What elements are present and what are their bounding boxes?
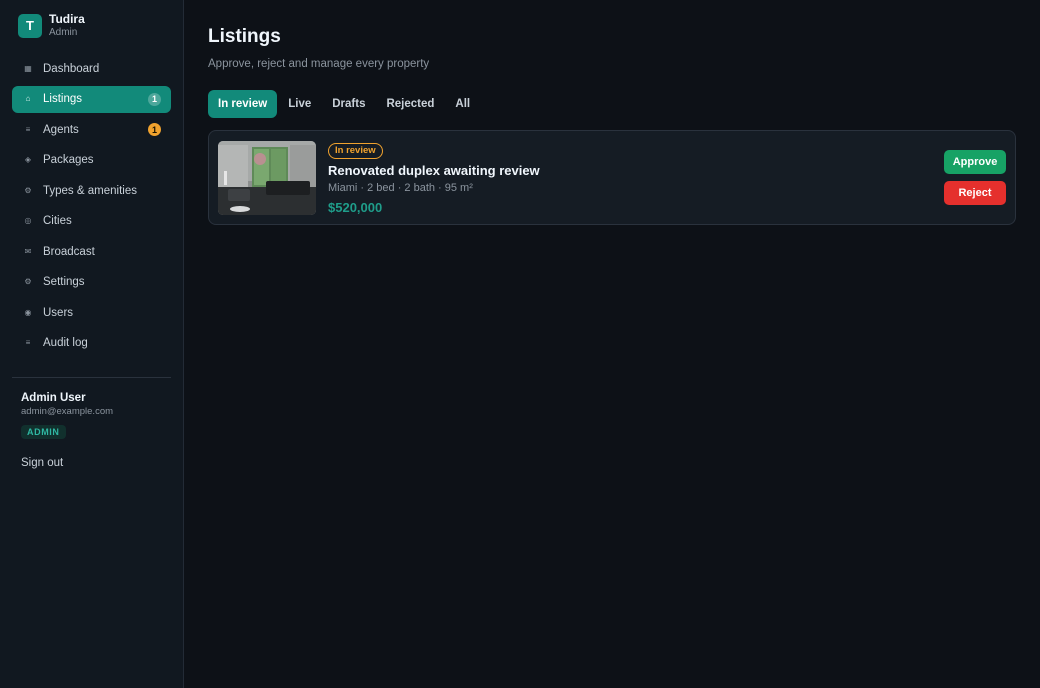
listing-thumbnail[interactable] [218, 140, 316, 215]
sidebar-item-label: Settings [43, 276, 85, 289]
listing-details: In review Renovated duplex awaiting revi… [328, 140, 944, 216]
listing-actions: Approve Reject [944, 150, 1006, 205]
sidebar-item-audit-log[interactable]: ≡ Audit log [12, 330, 171, 358]
tag-icon: ⚙ [24, 185, 32, 195]
sidebar-item-packages[interactable]: ◈ Packages [12, 147, 171, 175]
listing-title[interactable]: Renovated duplex awaiting review [328, 163, 944, 179]
brand[interactable]: T Tudira Admin [12, 12, 171, 39]
sidebar-item-label: Cities [43, 215, 72, 228]
city-icon: ◎ [24, 216, 32, 226]
tab-rejected[interactable]: Rejected [376, 90, 444, 118]
dashboard-icon: ▦ [24, 63, 32, 73]
tab-live[interactable]: Live [278, 90, 321, 118]
users-icon: ◉ [24, 307, 32, 317]
sidebar-divider [12, 377, 171, 378]
sidebar-item-label: Packages [43, 154, 94, 167]
listings-count-badge: 1 [148, 92, 161, 106]
approve-button[interactable]: Approve [944, 150, 1006, 174]
settings-icon: ⚙ [24, 277, 32, 287]
sidebar-item-users[interactable]: ◉ Users [12, 299, 171, 327]
app-root: T Tudira Admin ▦ Dashboard ⌂ Listings 1 … [0, 0, 1040, 688]
brand-role: Admin [49, 26, 78, 38]
sidebar-item-label: Types & amenities [43, 184, 137, 197]
sidebar-item-label: Audit log [43, 337, 88, 350]
listing-status-tabs: In review Live Drafts Rejected All [208, 90, 1016, 118]
brand-logo: T [18, 13, 42, 38]
sidebar-item-dashboard[interactable]: ▦ Dashboard [12, 55, 171, 83]
sidebar-item-settings[interactable]: ⚙ Settings [12, 269, 171, 297]
living-room-photo [218, 140, 316, 215]
sidebar-item-types-amenities[interactable]: ⚙ Types & amenities [12, 177, 171, 205]
user-info: Admin User admin@example.com ADMIN [12, 391, 171, 440]
listing-meta: Miami · 2 bed · 2 bath · 95 m² [328, 181, 473, 194]
agents-count-badge: 1 [148, 123, 161, 137]
sign-out-link[interactable]: Sign out [12, 457, 171, 469]
sidebar-item-listings[interactable]: ⌂ Listings 1 [12, 85, 171, 113]
listing-card[interactable]: In review Renovated duplex awaiting revi… [208, 130, 1016, 225]
tab-in-review[interactable]: In review [208, 90, 278, 118]
brand-text: Tudira Admin [49, 11, 85, 39]
sidebar-item-label: Users [43, 306, 74, 319]
user-name: Admin User [21, 392, 86, 404]
sidebar-item-broadcast[interactable]: ✉ Broadcast [12, 238, 171, 266]
sidebar-item-label: Broadcast [43, 245, 95, 258]
tab-all[interactable]: All [445, 90, 480, 118]
home-icon: ⌂ [25, 94, 31, 104]
user-role-badge: ADMIN [21, 425, 66, 439]
sidebar-item-agents[interactable]: ≡ Agents 1 [12, 116, 171, 144]
sidebar-item-label: Dashboard [43, 62, 100, 75]
broadcast-icon: ✉ [24, 246, 32, 256]
brand-name: Tudira [49, 11, 85, 26]
user-email: admin@example.com [21, 406, 114, 417]
sidebar-item-label: Agents [43, 123, 79, 136]
sidebar-item-label: Listings [43, 93, 82, 106]
agents-icon: ≡ [25, 124, 31, 134]
page-title: Listings [208, 26, 281, 47]
audit-log-icon: ≡ [25, 338, 31, 348]
sidebar: T Tudira Admin ▦ Dashboard ⌂ Listings 1 … [0, 0, 184, 688]
page-subtitle: Approve, reject and manage every propert… [208, 58, 430, 70]
sidebar-item-cities[interactable]: ◎ Cities [12, 208, 171, 236]
listing-price: $520,000 [328, 199, 383, 215]
tab-drafts[interactable]: Drafts [322, 90, 375, 118]
sidebar-nav: ▦ Dashboard ⌂ Listings 1 ≡ Agents 1 ◈ Pa… [12, 55, 171, 357]
main-content: Listings Approve, reject and manage ever… [184, 0, 1040, 688]
listing-status-badge: In review [328, 142, 383, 159]
package-icon: ◈ [24, 155, 32, 165]
reject-button[interactable]: Reject [944, 181, 1006, 205]
